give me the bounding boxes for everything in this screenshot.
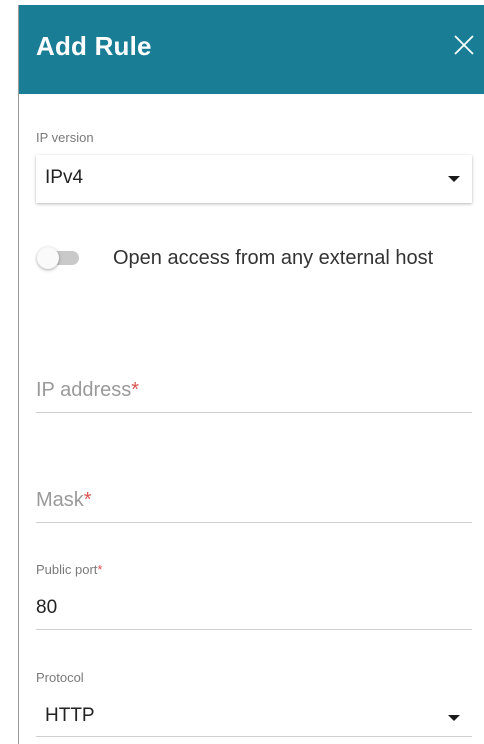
close-icon [454, 35, 474, 55]
mask-placeholder-text: Mask [36, 489, 84, 511]
required-mark: * [83, 489, 92, 511]
public-port-value: 80 [36, 597, 58, 618]
dialog-header: Add Rule [19, 5, 484, 94]
open-access-label: Open access from any external host [113, 247, 434, 269]
close-button[interactable] [452, 33, 476, 57]
required-mark: * [97, 562, 103, 577]
ip-address-placeholder: IP address* [36, 379, 139, 402]
protocol-value: HTTP [45, 705, 95, 726]
ip-address-field[interactable]: IP address* [36, 373, 472, 413]
add-rule-dialog: Add Rule IP version IPv4 Open access fro… [18, 5, 484, 744]
ip-version-value: IPv4 [45, 167, 84, 188]
mask-field[interactable]: Mask* [36, 483, 472, 523]
mask-placeholder: Mask* [36, 489, 92, 512]
chevron-down-icon [448, 176, 460, 182]
protocol-label: Protocol [36, 670, 84, 685]
open-access-toggle[interactable] [37, 247, 81, 271]
chevron-down-icon [448, 715, 460, 721]
toggle-knob [37, 247, 59, 269]
public-port-field[interactable]: 80 [36, 590, 472, 630]
required-mark: * [131, 379, 140, 401]
ip-address-placeholder-text: IP address [36, 379, 132, 401]
ip-version-select[interactable]: IPv4 [36, 155, 472, 203]
protocol-select[interactable]: HTTP [36, 697, 472, 737]
public-port-label: Public port* [36, 562, 102, 577]
public-port-label-text: Public port [36, 562, 98, 577]
ip-version-label: IP version [36, 130, 94, 145]
dialog-title: Add Rule [36, 31, 152, 61]
